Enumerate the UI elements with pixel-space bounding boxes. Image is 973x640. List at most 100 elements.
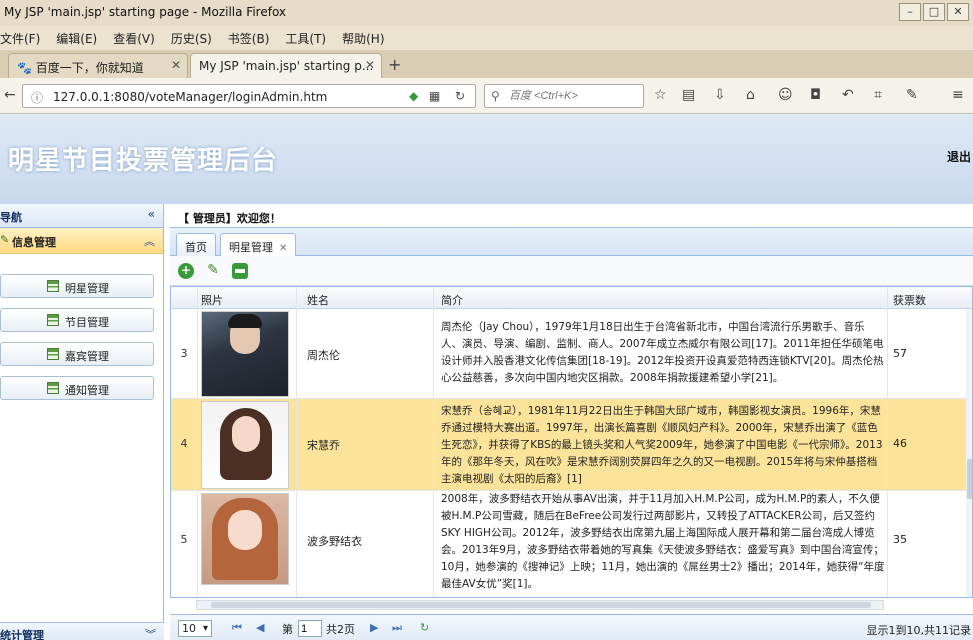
home-icon[interactable]: ⌂ (746, 87, 755, 103)
remove-icon[interactable] (232, 263, 248, 279)
chevron-up-icon[interactable]: ︽ (144, 233, 155, 249)
grid-header: 照片 姓名 简介 获票数 (171, 287, 972, 309)
menu-help[interactable]: 帮助(H) (342, 30, 384, 47)
menu-bookmarks[interactable]: 书签(B) (228, 30, 270, 47)
table-row[interactable]: 4 宋慧乔 宋慧乔（송혜교），1981年11月22日出生于韩国大邱广域市，韩国影… (171, 399, 966, 491)
accordion-header-stats[interactable]: 统计管理 ︾ (0, 622, 164, 640)
crop-icon[interactable]: ⌗ (874, 87, 882, 103)
close-tab-icon[interactable]: ✕ (279, 243, 287, 254)
undo-icon[interactable]: ↶ (842, 87, 854, 103)
table-icon (47, 382, 59, 394)
page-number-input[interactable] (298, 620, 322, 637)
page-size-select[interactable]: 10 (178, 620, 212, 637)
reading-list-icon[interactable]: ▤ (682, 87, 695, 103)
next-page-icon[interactable]: ▶ (370, 621, 378, 634)
total-pages: 共2页 (326, 623, 355, 636)
menu-tools[interactable]: 工具(T) (285, 30, 326, 47)
last-page-icon[interactable]: ⏭ (392, 621, 402, 635)
column-header-intro[interactable]: 简介 (441, 292, 463, 308)
back-icon[interactable]: ← (4, 87, 16, 103)
first-page-icon[interactable]: ⏮ (232, 621, 242, 635)
browser-tab-label: My JSP 'main.jsp' starting p... (199, 59, 374, 73)
paw-icon: 🐾 (17, 61, 32, 75)
sync-icon[interactable]: ☺ (778, 87, 793, 103)
vertical-scrollbar[interactable] (966, 309, 972, 597)
browser-tab-main[interactable]: My JSP 'main.jsp' starting p... ✕ (190, 53, 382, 78)
tab-label: 首页 (185, 241, 207, 254)
reload-icon[interactable]: ↻ (455, 89, 465, 103)
sidebar-item-stars[interactable]: 明星管理 (0, 274, 154, 298)
browser-menubar: 文件(F) 编辑(E) 查看(V) 历史(S) 书签(B) 工具(T) 帮助(H… (0, 26, 973, 50)
table-row[interactable]: 3 周杰伦 周杰伦（Jay Chou），1979年1月18日出生于台湾省新北市，… (171, 309, 966, 399)
column-header-name[interactable]: 姓名 (307, 292, 329, 308)
pencil-icon[interactable]: ✎ (205, 263, 221, 279)
sidebar-item-notices[interactable]: 通知管理 (0, 376, 154, 400)
star-name: 宋慧乔 (307, 439, 340, 452)
pocket-icon[interactable]: ◘ (810, 87, 821, 103)
app-title: 明星节目投票管理后台 (8, 146, 279, 176)
scroll-thumb[interactable] (211, 602, 871, 608)
star-votes: 46 (893, 437, 907, 450)
tab-stars[interactable]: 明星管理 ✕ (220, 233, 297, 257)
hamburger-menu-icon[interactable]: ≡ (952, 87, 964, 103)
refresh-icon[interactable]: ↻ (420, 621, 429, 634)
shield-icon[interactable]: ◆ (409, 89, 418, 103)
accordion-header-info[interactable]: ✎ 信息管理 ︽ (0, 228, 163, 254)
star-photo (201, 493, 289, 585)
addon-icon[interactable]: ✎ (906, 87, 918, 103)
minimize-icon[interactable]: – (899, 3, 921, 21)
stars-grid: 照片 姓名 简介 获票数 3 周杰伦 周杰伦（Jay Chou），1979年1月… (170, 286, 973, 598)
star-votes: 35 (893, 533, 907, 546)
star-photo (201, 311, 289, 397)
prev-page-icon[interactable]: ◀ (256, 621, 264, 634)
browser-tab-label: 百度一下，你就知道 (35, 61, 144, 75)
collapse-left-icon[interactable]: « (148, 207, 155, 221)
chevron-down-icon[interactable]: ︾ (145, 626, 156, 640)
column-header-votes[interactable]: 获票数 (893, 292, 926, 308)
menu-history[interactable]: 历史(S) (171, 30, 212, 47)
star-name: 波多野结衣 (307, 535, 362, 548)
sidebar-item-guests[interactable]: 嘉宾管理 (0, 342, 154, 366)
tab-label: 明星管理 (229, 241, 273, 254)
menu-edit[interactable]: 编辑(E) (56, 30, 97, 47)
maximize-icon[interactable]: □ (923, 3, 945, 21)
sidebar-header: 导航 « (0, 204, 163, 228)
scroll-thumb[interactable] (967, 459, 972, 499)
menu-view[interactable]: 查看(V) (113, 30, 155, 47)
url-bar[interactable]: ⓘ 127.0.0.1:8080/voteManager/loginAdmin.… (22, 84, 476, 108)
table-icon (47, 348, 59, 360)
search-input[interactable] (509, 88, 639, 104)
star-votes: 57 (893, 347, 907, 360)
grid-toolbar: + ✎ (170, 256, 973, 286)
bookmark-star-icon[interactable]: ☆ (654, 87, 667, 103)
logout-link[interactable]: 退出 (947, 148, 971, 165)
add-icon[interactable]: + (178, 263, 194, 279)
browser-tab-baidu[interactable]: 🐾 百度一下，你就知道 ✕ (8, 53, 188, 78)
sidebar-item-label: 通知管理 (65, 384, 109, 397)
qr-icon[interactable]: ▦ (429, 89, 440, 103)
sidebar-title: 导航 (0, 211, 22, 224)
sidebar: 导航 « ✎ 信息管理 ︽ 明星管理 节目管理 嘉宾管理 通知管理 统计管理 ︾ (0, 204, 164, 640)
search-bar[interactable]: ⚲ (484, 84, 644, 108)
horizontal-scrollbar[interactable] (196, 600, 884, 610)
window-title: My JSP 'main.jsp' starting page - Mozill… (4, 5, 287, 19)
table-row[interactable]: 5 波多野结衣 2008年，波多野结衣开始从事AV出演，并于11月加入H.M.P… (171, 491, 966, 597)
welcome-bar: 【 管理员】欢迎您！ (170, 204, 973, 228)
menu-file[interactable]: 文件(F) (0, 30, 40, 47)
app-header: 明星节目投票管理后台 退出 (0, 114, 973, 204)
new-tab-icon[interactable]: + (388, 55, 401, 74)
column-header-photo[interactable]: 照片 (201, 292, 223, 308)
info-icon[interactable]: ⓘ (31, 89, 43, 106)
content-tabbar: 首页 明星管理 ✕ (170, 228, 973, 257)
download-icon[interactable]: ⇩ (714, 87, 726, 103)
sidebar-item-programs[interactable]: 节目管理 (0, 308, 154, 332)
close-icon[interactable]: ✕ (947, 3, 969, 21)
close-tab-icon[interactable]: ✕ (171, 58, 181, 72)
sidebar-item-label: 嘉宾管理 (65, 350, 109, 363)
tab-home[interactable]: 首页 (176, 233, 216, 256)
pager-info: 显示1到10,共11记录 (866, 624, 972, 637)
close-tab-icon[interactable]: ✕ (365, 58, 375, 72)
row-number: 4 (180, 437, 188, 450)
sidebar-item-label: 节目管理 (65, 316, 109, 329)
page-label: 第 (282, 623, 293, 636)
